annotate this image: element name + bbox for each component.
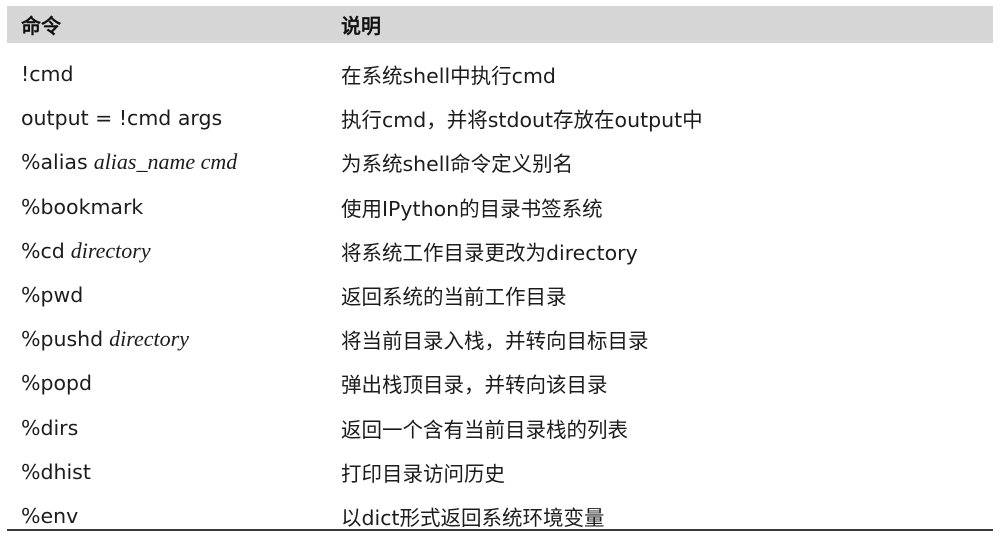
command-name: %alias — [21, 150, 88, 175]
command-name: %pushd — [21, 327, 104, 352]
table-row: %pushd directory 将当前目录入栈，并转向目标目录 — [7, 317, 993, 361]
table-row: %pwd 返回系统的当前工作目录 — [7, 273, 993, 317]
description-cell: 返回系统的当前工作目录 — [341, 285, 567, 310]
command-name: %bookmark — [21, 194, 144, 219]
command-argument: directory — [70, 237, 151, 263]
description-cell: 使用IPython的目录书签系统 — [341, 196, 603, 221]
command-name: %dirs — [21, 415, 79, 440]
description-cell: 弹出栈顶目录，并转向该目录 — [341, 373, 608, 398]
command-name: output = !cmd args — [21, 106, 223, 131]
description-cell: 为系统shell命令定义别名 — [341, 152, 574, 177]
command-cell: %cd directory — [7, 238, 335, 264]
command-cell: %env — [7, 504, 335, 528]
command-cell: %dhist — [7, 460, 335, 484]
table-row: %dhist 打印目录访问历史 — [7, 450, 993, 494]
command-table: 命令 说明 !cmd 在系统shell中执行cmd output = !cmd … — [7, 6, 993, 538]
description-cell: 执行cmd，并将stdout存放在output中 — [341, 108, 703, 133]
command-cell: %pushd directory — [7, 326, 335, 352]
command-cell: %bookmark — [7, 195, 335, 219]
command-cell: %alias alias_name cmd — [7, 149, 335, 175]
command-name: !cmd — [21, 62, 74, 87]
description-cell: 将系统工作目录更改为directory — [341, 240, 638, 265]
description-cell: 将当前目录入栈，并转向目标目录 — [341, 329, 649, 354]
table-row: output = !cmd args 执行cmd，并将stdout存放在outp… — [7, 96, 993, 140]
table-row: %bookmark 使用IPython的目录书签系统 — [7, 185, 993, 229]
description-cell: 在系统shell中执行cmd — [341, 64, 556, 89]
table-row: %popd 弹出栈顶目录，并转向该目录 — [7, 361, 993, 405]
table-header: 命令 说明 — [7, 6, 993, 43]
description-cell: 打印目录访问历史 — [341, 461, 505, 486]
command-argument: directory — [109, 326, 189, 352]
table-row: %env 以dict形式返回系统环境变量 — [7, 494, 993, 538]
command-cell: %dirs — [7, 416, 335, 440]
description-cell: 以dict形式返回系统环境变量 — [341, 505, 605, 530]
command-cell: output = !cmd args — [7, 106, 335, 130]
command-argument: alias_name cmd — [93, 149, 238, 175]
command-cell: %popd — [7, 371, 335, 395]
table-row: !cmd 在系统shell中执行cmd — [7, 52, 993, 96]
table-row: %dirs 返回一个含有当前目录栈的列表 — [7, 406, 993, 450]
header-command: 命令 — [21, 14, 61, 38]
table-body: !cmd 在系统shell中执行cmd output = !cmd args 执… — [7, 52, 993, 538]
command-name: %dhist — [21, 459, 91, 484]
table-row: %cd directory 将系统工作目录更改为directory — [7, 229, 993, 273]
command-name: %popd — [21, 371, 93, 396]
command-name: %cd — [21, 238, 65, 263]
table-row: %alias alias_name cmd 为系统shell命令定义别名 — [7, 140, 993, 184]
command-cell: %pwd — [7, 283, 335, 307]
command-name: %env — [21, 503, 79, 528]
command-name: %pwd — [21, 283, 84, 308]
header-description: 说明 — [341, 14, 381, 38]
table-bottom-rule — [7, 529, 993, 531]
description-cell: 返回一个含有当前目录栈的列表 — [341, 417, 628, 442]
command-cell: !cmd — [7, 62, 335, 86]
